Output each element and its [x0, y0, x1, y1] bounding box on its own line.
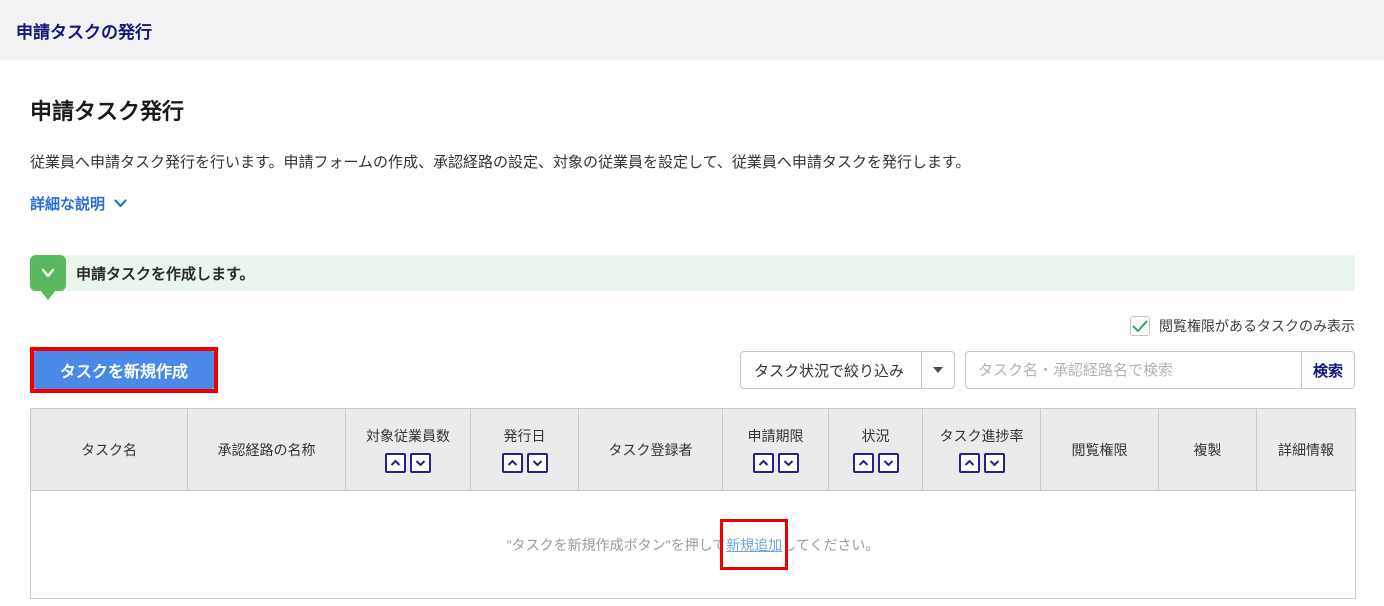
sort-controls [474, 453, 575, 473]
search-input[interactable] [966, 352, 1301, 388]
column-header-status: 状況 [828, 408, 923, 491]
sort-descending-button[interactable] [983, 453, 1005, 473]
search-button[interactable]: 検索 [1301, 352, 1354, 388]
status-filter-selected-value: タスク状況で絞り込み [754, 362, 905, 380]
sort-asc-icon [758, 459, 768, 466]
sort-asc-icon [507, 459, 517, 466]
sort-asc-icon [964, 459, 974, 466]
sort-descending-button[interactable] [877, 453, 899, 473]
column-header-approval-route: 承認経路の名称 [187, 408, 346, 491]
view-permission-checkbox[interactable] [1130, 316, 1150, 336]
dropdown-arrow-button[interactable] [921, 352, 954, 388]
caret-down-icon [933, 367, 943, 373]
annotation-highlight-add-link: 新規追加 [720, 518, 789, 570]
annotation-highlight-create-button: タスクを新規作成 [30, 347, 219, 393]
sort-descending-button[interactable] [526, 453, 548, 473]
column-label: タスク登録者 [608, 441, 693, 458]
sort-controls [726, 453, 825, 473]
page-description: 従業員へ申請タスク発行を行います。申請フォームの作成、承認経路の設定、対象の従業… [30, 154, 971, 171]
column-header-task-progress: タスク進捗率 [922, 408, 1041, 491]
column-header-view-permission: 閲覧権限 [1040, 408, 1159, 491]
sort-descending-button[interactable] [777, 453, 799, 473]
sort-ascending-button[interactable] [958, 453, 980, 473]
column-label: 閲覧権限 [1071, 441, 1128, 458]
banner-message: 申請タスクを作成します。 [76, 265, 255, 283]
main-content: 申請タスク発行 従業員へ申請タスク発行を行います。申請フォームの作成、承認経路の… [0, 94, 1384, 599]
status-filter-dropdown[interactable]: タスク状況で絞り込み [740, 351, 955, 389]
sort-descending-button[interactable] [410, 453, 431, 473]
details-link-label: 詳細な説明 [30, 196, 106, 213]
create-task-button[interactable]: タスクを新規作成 [34, 351, 215, 389]
sort-controls [926, 453, 1037, 473]
task-toolbar: タスクを新規作成 タスク状況で絞り込み 検索 [30, 347, 1355, 393]
view-permission-label: 閲覧権限があるタスクのみ表示 [1159, 318, 1355, 334]
sort-desc-icon [415, 460, 426, 467]
guidance-banner: 申請タスクを作成します。 [30, 255, 1355, 300]
banner-bubble-chevron-icon[interactable] [30, 255, 66, 300]
sort-ascending-button[interactable] [501, 453, 523, 473]
column-header-task-name: タスク名 [30, 408, 188, 491]
check-icon [1132, 320, 1148, 332]
add-new-task-link[interactable]: 新規追加 [726, 537, 782, 553]
breadcrumb-title: 申請タスクの発行 [16, 22, 152, 42]
column-header-target-employees: 対象従業員数 [345, 408, 471, 491]
sort-asc-icon [390, 459, 401, 466]
sort-desc-icon [783, 460, 793, 467]
sort-desc-icon [532, 460, 542, 467]
empty-message-prefix: "タスクを新規作成ボタン"を押して [506, 536, 727, 553]
column-header-task-registrant: タスク登録者 [578, 408, 723, 491]
table-empty-row: "タスクを新規作成ボタン"を押して新規追加してください。 [30, 490, 1356, 599]
column-label: 複製 [1193, 441, 1222, 458]
column-label: 申請期限 [747, 428, 804, 444]
sort-desc-icon [883, 460, 893, 467]
empty-state-message: "タスクを新規作成ボタン"を押して新規追加してください。 [30, 490, 1356, 599]
column-header-details: 詳細情報 [1256, 408, 1356, 491]
sort-ascending-button[interactable] [752, 453, 774, 473]
page-title: 申請タスク発行 [30, 99, 185, 124]
column-label: 状況 [861, 428, 890, 444]
sort-controls [349, 453, 467, 473]
view-permission-filter[interactable]: 閲覧権限があるタスクのみ表示 [30, 316, 1355, 336]
sort-ascending-button[interactable] [385, 453, 406, 473]
search-bar: 検索 [965, 351, 1355, 389]
column-header-application-deadline: 申請期限 [722, 408, 829, 491]
sort-ascending-button[interactable] [852, 453, 874, 473]
sort-controls [832, 453, 919, 473]
column-label: 承認経路の名称 [217, 441, 316, 458]
column-label: タスク進捗率 [939, 428, 1024, 444]
sort-asc-icon [858, 459, 868, 466]
column-label: タスク名 [81, 441, 137, 458]
column-header-duplicate: 複製 [1158, 408, 1257, 491]
sort-desc-icon [989, 460, 999, 467]
column-label: 詳細情報 [1278, 441, 1334, 458]
details-toggle-link[interactable]: 詳細な説明 [30, 193, 127, 214]
column-label: 発行日 [503, 428, 546, 444]
empty-message-suffix: してください。 [782, 536, 880, 553]
table-header-row: タスク名 承認経路の名称 対象従業員数 発行日 タスク登録者 申請期限 状況 タ… [30, 408, 1356, 491]
column-header-issue-date: 発行日 [470, 408, 579, 491]
column-label: 対象従業員数 [366, 428, 450, 444]
chevron-down-icon [114, 199, 127, 208]
task-list-table: タスク名 承認経路の名称 対象従業員数 発行日 タスク登録者 申請期限 状況 タ… [30, 408, 1356, 599]
page-top-bar: 申請タスクの発行 [0, 0, 1384, 60]
